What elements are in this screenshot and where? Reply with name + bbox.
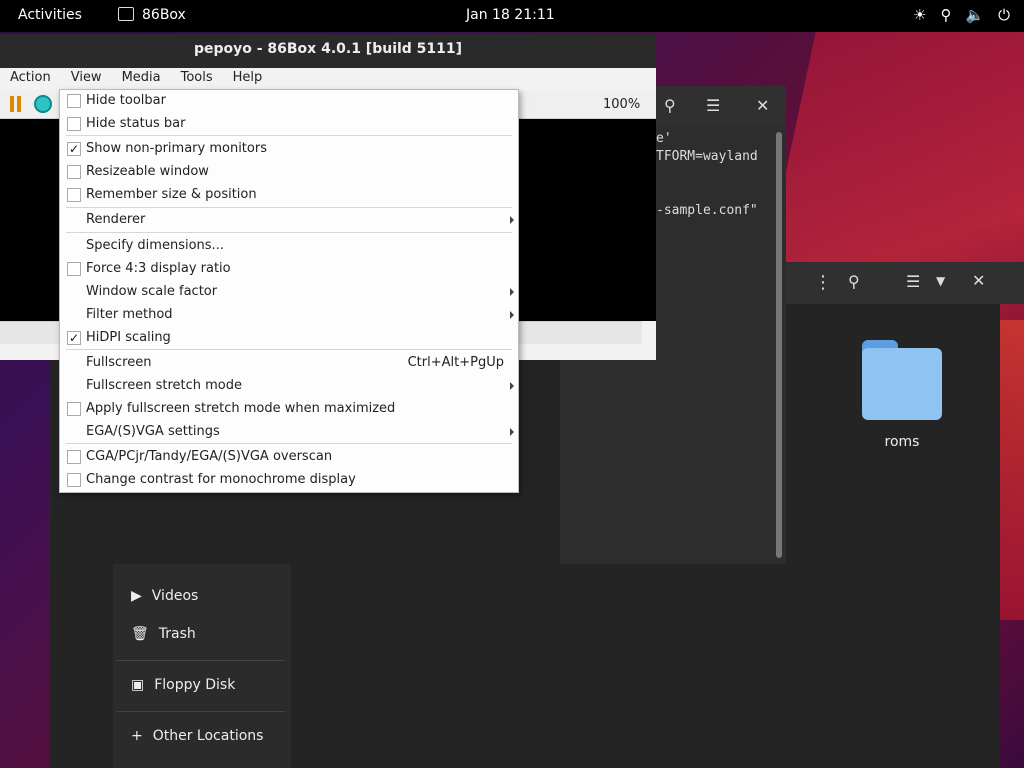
videos-icon: ▶ xyxy=(131,588,142,604)
sidebar-item-floppy-disk[interactable]: ▣ Floppy Disk xyxy=(131,677,235,693)
top-bar: Activities 86Box Jan 18 21:11 ☀ ⚲ 🔈 ⏻ xyxy=(0,0,1024,32)
submenu-arrow-icon xyxy=(510,288,514,296)
search-icon[interactable]: ⚲ xyxy=(848,272,860,291)
clock[interactable]: Jan 18 21:11 xyxy=(466,7,555,23)
shortcut-label: Ctrl+Alt+PgUp xyxy=(407,355,504,370)
trash-icon: 🗑 xyxy=(131,626,149,642)
sidebar-item-videos[interactable]: ▶ Videos xyxy=(131,588,198,604)
checkbox[interactable] xyxy=(67,473,81,487)
chip-icon xyxy=(118,7,134,21)
checkbox[interactable] xyxy=(67,450,81,464)
checkbox[interactable] xyxy=(67,117,81,131)
close-icon[interactable]: ✕ xyxy=(972,271,985,290)
activities-button[interactable]: Activities xyxy=(18,7,82,23)
terminal-scrollbar[interactable] xyxy=(776,132,782,558)
menu-item-window-scale-factor[interactable]: Window scale factor xyxy=(60,281,518,304)
menu-action[interactable]: Action xyxy=(0,68,61,90)
pause-icon[interactable] xyxy=(10,96,22,112)
submenu-arrow-icon xyxy=(510,216,514,224)
sidebar-item-trash[interactable]: 🗑 Trash xyxy=(131,626,196,642)
menu-item-hide-toolbar[interactable]: Hide toolbar xyxy=(60,90,518,113)
menu-item-force-4-3[interactable]: Force 4:3 display ratio xyxy=(60,258,518,281)
power-icon[interactable]: ⏻ xyxy=(998,6,1010,24)
divider xyxy=(66,232,512,233)
menu-item-specify-dimensions[interactable]: Specify dimensions... xyxy=(60,235,518,258)
submenu-arrow-icon xyxy=(510,428,514,436)
sidebar-item-other-locations[interactable]: + Other Locations xyxy=(131,728,263,744)
plus-icon: + xyxy=(131,728,143,744)
menu-tools[interactable]: Tools xyxy=(171,68,223,90)
list-view-icon[interactable]: ☰ xyxy=(906,272,920,291)
view-menu: Hide toolbar Hide status bar ✓ Show non-… xyxy=(59,89,519,493)
menu-item-change-contrast[interactable]: Change contrast for monochrome display xyxy=(60,469,518,492)
menu-item-hide-status-bar[interactable]: Hide status bar xyxy=(60,113,518,136)
checkbox[interactable]: ✓ xyxy=(67,142,81,156)
divider xyxy=(66,443,512,444)
menu-bar: Action View Media Tools Help xyxy=(0,68,656,90)
menu-view[interactable]: View xyxy=(61,68,112,90)
menu-item-ega-svga-settings[interactable]: EGA/(S)VGA settings xyxy=(60,421,518,444)
divider xyxy=(66,207,512,208)
files-header: ⋮ ⚲ ☰ ▼ ✕ xyxy=(786,262,1024,304)
divider xyxy=(66,349,512,350)
menu-item-overscan[interactable]: CGA/PCjr/Tandy/EGA/(S)VGA overscan xyxy=(60,446,518,469)
terminal-output: e' TFORM=wayland -sample.conf" xyxy=(656,131,758,218)
folder-icon[interactable] xyxy=(862,340,942,420)
checkbox[interactable]: ✓ xyxy=(67,331,81,345)
files-sidebar: ▶ Videos 🗑 Trash ▣ Floppy Disk + Other L… xyxy=(113,564,291,768)
close-icon[interactable]: ✕ xyxy=(756,96,769,115)
submenu-arrow-icon xyxy=(510,382,514,390)
checkbox[interactable] xyxy=(67,165,81,179)
menu-item-remember-size[interactable]: Remember size & position xyxy=(60,184,518,207)
window-title: pepoyo - 86Box 4.0.1 [build 5111] xyxy=(0,34,656,68)
checkbox[interactable] xyxy=(67,188,81,202)
checkbox[interactable] xyxy=(67,262,81,276)
disk-icon: ▣ xyxy=(131,677,145,693)
network-icon[interactable]: ⚲ xyxy=(940,6,951,24)
divider xyxy=(117,660,285,661)
sidebar-item-label: Other Locations xyxy=(152,728,264,744)
menu-item-resizeable-window[interactable]: Resizeable window xyxy=(60,161,518,184)
brightness-icon[interactable]: ☀ xyxy=(913,6,926,24)
divider xyxy=(66,135,512,136)
sidebar-item-label: Trash xyxy=(158,626,196,642)
checkbox[interactable] xyxy=(67,402,81,416)
sidebar-item-label: Videos xyxy=(151,588,199,604)
zoom-level: 100% xyxy=(603,97,641,112)
menu-item-apply-fullscreen-stretch[interactable]: Apply fullscreen stretch mode when maxim… xyxy=(60,398,518,421)
volume-icon[interactable]: 🔈 xyxy=(965,6,984,24)
checkbox[interactable] xyxy=(67,94,81,108)
menu-help[interactable]: Help xyxy=(223,68,273,90)
app-name: 86Box xyxy=(142,7,186,23)
folder-label[interactable]: roms xyxy=(862,434,942,450)
menu-item-filter-method[interactable]: Filter method xyxy=(60,304,518,327)
menu-item-hidpi-scaling[interactable]: ✓ HiDPI scaling xyxy=(60,327,518,350)
search-icon[interactable]: ⚲ xyxy=(664,96,676,115)
reset-icon[interactable] xyxy=(34,95,52,113)
menu-item-show-non-primary-monitors[interactable]: ✓ Show non-primary monitors xyxy=(60,138,518,161)
menu-icon[interactable]: ☰ xyxy=(706,96,720,115)
menu-media[interactable]: Media xyxy=(112,68,171,90)
divider xyxy=(117,711,285,712)
system-tray[interactable]: ☀ ⚲ 🔈 ⏻ xyxy=(913,6,1010,24)
menu-item-fullscreen[interactable]: Fullscreen Ctrl+Alt+PgUp xyxy=(60,352,518,375)
app-menu[interactable]: 86Box xyxy=(118,7,186,23)
more-icon[interactable]: ⋮ xyxy=(814,272,832,293)
submenu-arrow-icon xyxy=(510,311,514,319)
menu-item-renderer[interactable]: Renderer xyxy=(60,209,518,232)
chevron-down-icon[interactable]: ▼ xyxy=(936,274,945,288)
menu-item-fullscreen-stretch-mode[interactable]: Fullscreen stretch mode xyxy=(60,375,518,398)
sidebar-item-label: Floppy Disk xyxy=(154,677,236,693)
